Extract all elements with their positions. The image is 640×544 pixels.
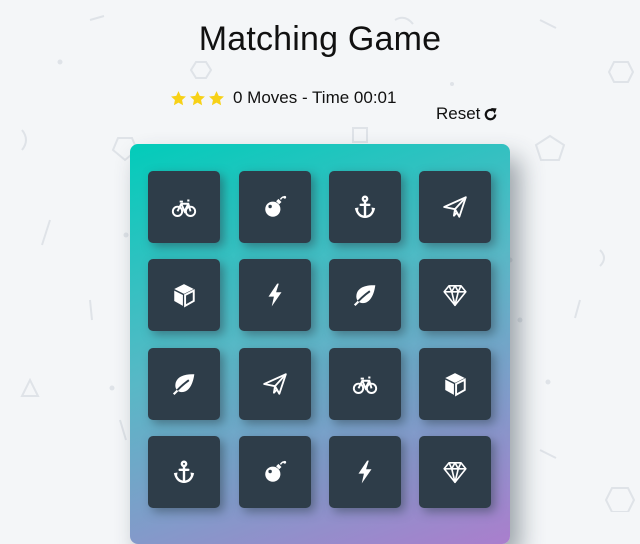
- cube-icon: [174, 284, 195, 308]
- paper-plane-icon: [263, 373, 287, 395]
- leaf-icon: [353, 285, 376, 307]
- card-bicycle[interactable]: [329, 348, 401, 420]
- card-leaf[interactable]: [148, 348, 220, 420]
- redo-icon: [485, 107, 498, 120]
- paper-plane-icon: [443, 196, 467, 218]
- card-paper-plane[interactable]: [419, 171, 491, 243]
- leaf-icon: [172, 374, 195, 396]
- bomb-icon: [265, 460, 287, 482]
- card-bicycle[interactable]: [148, 171, 220, 243]
- cube-icon: [445, 373, 466, 397]
- diamond-icon: [443, 284, 467, 307]
- card-bolt[interactable]: [239, 259, 311, 331]
- star-icon: [171, 90, 186, 105]
- card-diamond[interactable]: [419, 259, 491, 331]
- card-anchor[interactable]: [148, 436, 220, 508]
- moves-timer-text: 0 Moves - Time 00:01: [233, 88, 397, 107]
- star-rating: [170, 90, 225, 107]
- anchor-icon: [173, 460, 195, 483]
- reset-button[interactable]: Reset: [436, 104, 498, 124]
- card-diamond[interactable]: [419, 436, 491, 508]
- card-leaf[interactable]: [329, 259, 401, 331]
- bolt-icon: [268, 283, 282, 307]
- card-cube[interactable]: [148, 259, 220, 331]
- bolt-icon: [358, 460, 372, 484]
- diamond-icon: [443, 461, 467, 484]
- bicycle-icon: [171, 199, 197, 217]
- card-deck: [130, 144, 510, 544]
- anchor-icon: [354, 195, 376, 218]
- card-anchor[interactable]: [329, 171, 401, 243]
- card-bolt[interactable]: [329, 436, 401, 508]
- bicycle-icon: [352, 376, 378, 394]
- star-icon: [190, 90, 205, 105]
- card-bomb[interactable]: [239, 436, 311, 508]
- star-icon: [209, 90, 224, 105]
- bomb-icon: [265, 195, 287, 217]
- reset-label: Reset: [436, 104, 481, 123]
- page-title: Matching Game: [198, 20, 442, 58]
- card-paper-plane[interactable]: [239, 348, 311, 420]
- card-cube[interactable]: [419, 348, 491, 420]
- card-bomb[interactable]: [239, 171, 311, 243]
- score-panel: 0 Moves - Time 00:01: [170, 87, 396, 109]
